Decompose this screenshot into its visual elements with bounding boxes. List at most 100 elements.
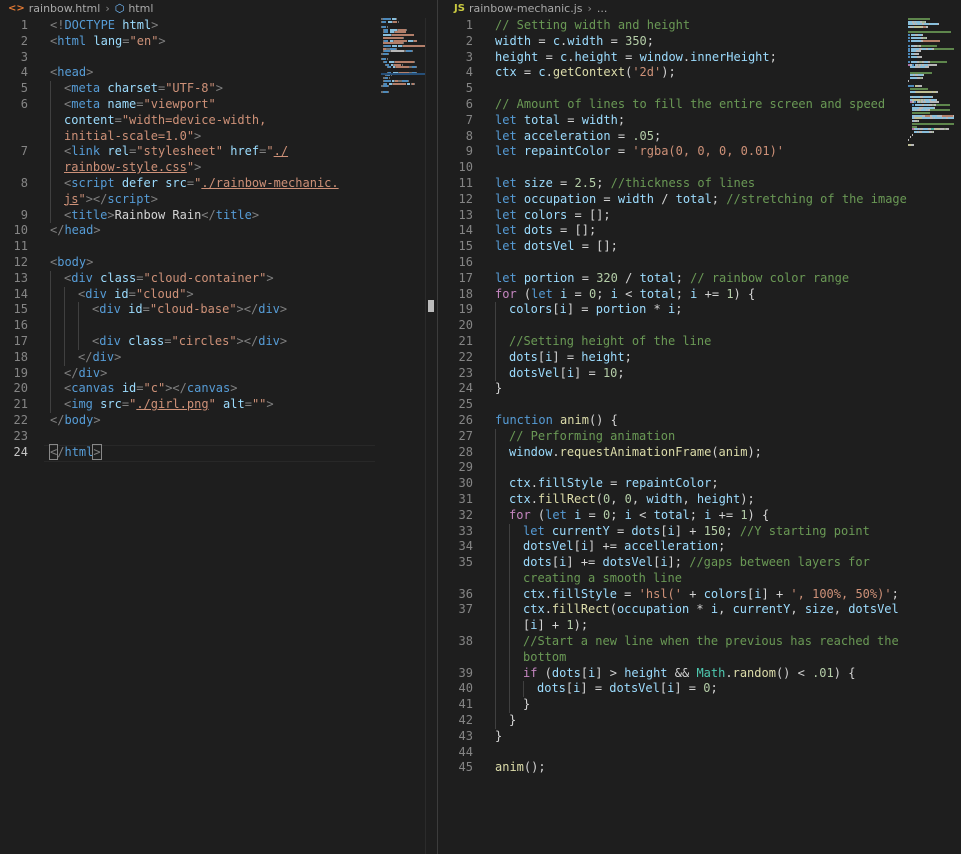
code-line[interactable]: 15 <div id="cloud-base"></div>	[0, 302, 437, 319]
code-line[interactable]: 13 let colors = [];	[438, 208, 961, 224]
code-line[interactable]: 17 let portion = 320 / total; // rainbow …	[438, 271, 961, 287]
code-line[interactable]: 19 colors[i] = portion * i;	[438, 302, 961, 319]
code-line[interactable]: initial-scale=1.0">	[0, 128, 437, 145]
code-line[interactable]: 19 </div>	[0, 365, 437, 382]
code-line[interactable]: 12 <body>	[0, 255, 437, 271]
code-line[interactable]: 40 dots[i] = dotsVel[i] = 0;	[438, 681, 961, 698]
code-line[interactable]: 22 </body>	[0, 413, 437, 429]
indent-guide	[495, 302, 496, 319]
code-line[interactable]: [i] + 1);	[438, 618, 961, 635]
code-line[interactable]: js"></script>	[0, 191, 437, 208]
code-line[interactable]: 11 let size = 2.5; //thickness of lines	[438, 176, 961, 192]
code-line[interactable]: 14 let dots = [];	[438, 223, 961, 239]
code-line[interactable]: 13 <div class="cloud-container">	[0, 270, 437, 287]
code-line[interactable]: 2 <html lang="en">	[0, 34, 437, 50]
code-line[interactable]: 31 ctx.fillRect(0, 0, width, height);	[438, 491, 961, 508]
code-line[interactable]: content="width=device-width,	[0, 112, 437, 129]
code-line[interactable]: 7 <link rel="stylesheet" href="./	[0, 144, 437, 161]
code-line[interactable]: 18 </div>	[0, 349, 437, 366]
code-line[interactable]: 25	[438, 397, 961, 413]
code-line[interactable]: 1 <!DOCTYPE html>	[0, 18, 437, 34]
code-line[interactable]: bottom	[438, 649, 961, 666]
code-line[interactable]: 27 // Performing animation	[438, 428, 961, 445]
code-line[interactable]: 42}	[438, 713, 961, 729]
code-line[interactable]: 38 //Start a new line when the previous h…	[438, 634, 961, 650]
code-line[interactable]: 8 let acceleration = .05;	[438, 129, 961, 145]
code-line[interactable]: 4 <head>	[0, 65, 437, 81]
code-line[interactable]: 7 let total = width;	[438, 113, 961, 129]
code-line[interactable]: 21 //Setting height of the line	[438, 333, 961, 350]
code-line[interactable]: 20	[438, 318, 961, 334]
code-line[interactable]: 22 dots[i] = height;	[438, 349, 961, 366]
code-line[interactable]: 3 height = c.height = window.innerHeight;	[438, 50, 961, 66]
code-line[interactable]: 16	[438, 255, 961, 271]
minimap[interactable]	[381, 18, 425, 93]
code-line[interactable]: 10 </head>	[0, 223, 437, 239]
right-editor-pane[interactable]: JS rainbow-mechanic.js › ... 1 // Setting…	[438, 0, 961, 854]
code-line[interactable]: 36 ctx.fillStyle = 'hsl(' + colors[i] + '…	[438, 586, 961, 603]
code-line[interactable]: 20 <canvas id="c"></canvas>	[0, 381, 437, 398]
minimap-token	[908, 52, 911, 55]
code-line[interactable]: 33 let currentY = dots[i] + 150; //Y star…	[438, 523, 961, 540]
code-line[interactable]: 16	[0, 318, 437, 334]
code-line[interactable]: 6 // Amount of lines to fill the entire s…	[438, 97, 961, 113]
minimap-viewport[interactable]	[381, 73, 425, 75]
code-line[interactable]: 14 <div id="cloud">	[0, 286, 437, 303]
code-line[interactable]: creating a smooth line	[438, 570, 961, 587]
code-line[interactable]: 11	[0, 239, 437, 255]
code-line[interactable]: 1 // Setting width and height	[438, 18, 961, 34]
code-editor-js[interactable]: 1// Setting width and height 2 width = c.w…	[438, 18, 961, 776]
code-line[interactable]: 29	[438, 460, 961, 477]
code-line[interactable]: 15 let dotsVel = [];	[438, 239, 961, 255]
code-line[interactable]: 44	[438, 745, 961, 761]
code-line[interactable]: 32 for (let i = 0; i < total; i += 1) {	[438, 507, 961, 524]
code-line[interactable]: 28 window.requestAnimationFrame(anim);	[438, 444, 961, 461]
minimap-token	[912, 125, 917, 128]
breadcrumb-symbol[interactable]: ...	[597, 2, 608, 15]
breadcrumb-file[interactable]: rainbow.html	[29, 2, 101, 15]
code-line[interactable]: 24 </html>	[0, 443, 437, 462]
code-line[interactable]: 21 <img src="./girl.png" alt="">	[0, 397, 437, 413]
code-line[interactable]: 6 <meta name="viewport"	[0, 96, 437, 113]
code-text: </div>	[64, 366, 107, 382]
code-line[interactable]: 18 for (let i = 0; i < total; i += 1) {	[438, 287, 961, 303]
code-line[interactable]: 41}	[438, 697, 961, 714]
minimap-line	[908, 77, 954, 80]
code-line[interactable]: 5 <meta charset="UTF-8">	[0, 81, 437, 97]
breadcrumb-symbol[interactable]: html	[128, 2, 153, 15]
code-line[interactable]: 8 <script defer src="./rainbow-mechanic.	[0, 175, 437, 192]
code-line[interactable]: 43}	[438, 729, 961, 745]
code-editor-html[interactable]: 1 <!DOCTYPE html> 2 <html lang="en"> 3 4 <head…	[0, 18, 437, 462]
minimap-token	[908, 39, 911, 42]
code-line[interactable]: rainbow-style.css">	[0, 160, 437, 176]
code-line[interactable]: 24}	[438, 381, 961, 397]
code-line[interactable]: 37 ctx.fillRect(occupation * i, currentY,…	[438, 602, 961, 619]
breadcrumb-file[interactable]: rainbow-mechanic.js	[469, 2, 583, 15]
code-line[interactable]: 34 dotsVel[i] += accelleration;	[438, 539, 961, 556]
code-line[interactable]: 23 dotsVel[i] = 10;	[438, 365, 961, 382]
code-line[interactable]: 2 width = c.width = 350;	[438, 34, 961, 50]
code-line[interactable]: 5	[438, 81, 961, 97]
code-token: .	[552, 444, 560, 459]
code-line[interactable]: 4 ctx = c.getContext('2d');	[438, 65, 961, 81]
code-line[interactable]: 12 let occupation = width / total; //stre…	[438, 192, 961, 208]
code-line[interactable]: 10	[438, 160, 961, 176]
code-line[interactable]: 30 ctx.fillStyle = repaintColor;	[438, 476, 961, 492]
code-line[interactable]: 3	[0, 50, 437, 66]
left-editor-pane[interactable]: <> rainbow.html › ⬡ html 1 <!DOCTYPE html…	[0, 0, 437, 854]
code-line[interactable]: 9 <title>Rainbow Rain</title>	[0, 207, 437, 224]
minimap-token	[911, 144, 914, 147]
code-line[interactable]: 17 <div class="circles"></div>	[0, 333, 437, 350]
code-line[interactable]: 45 anim();	[438, 760, 961, 776]
sash-handle[interactable]	[428, 300, 434, 312]
code-line[interactable]: 26 function anim() {	[438, 413, 961, 429]
minimap[interactable]	[908, 18, 954, 147]
code-token: head	[57, 65, 87, 80]
code-line[interactable]: 35 dots[i] += dotsVel[i]; //gaps between …	[438, 555, 961, 571]
code-line[interactable]: 23	[0, 429, 437, 445]
code-line[interactable]: 39 if (dots[i] > height && Math.random() …	[438, 665, 961, 682]
code-line[interactable]: 9 let repaintColor = 'rgba(0, 0, 0, 0.01)…	[438, 144, 961, 160]
code-text: <!DOCTYPE html>	[50, 18, 158, 34]
code-token: >	[266, 270, 274, 285]
